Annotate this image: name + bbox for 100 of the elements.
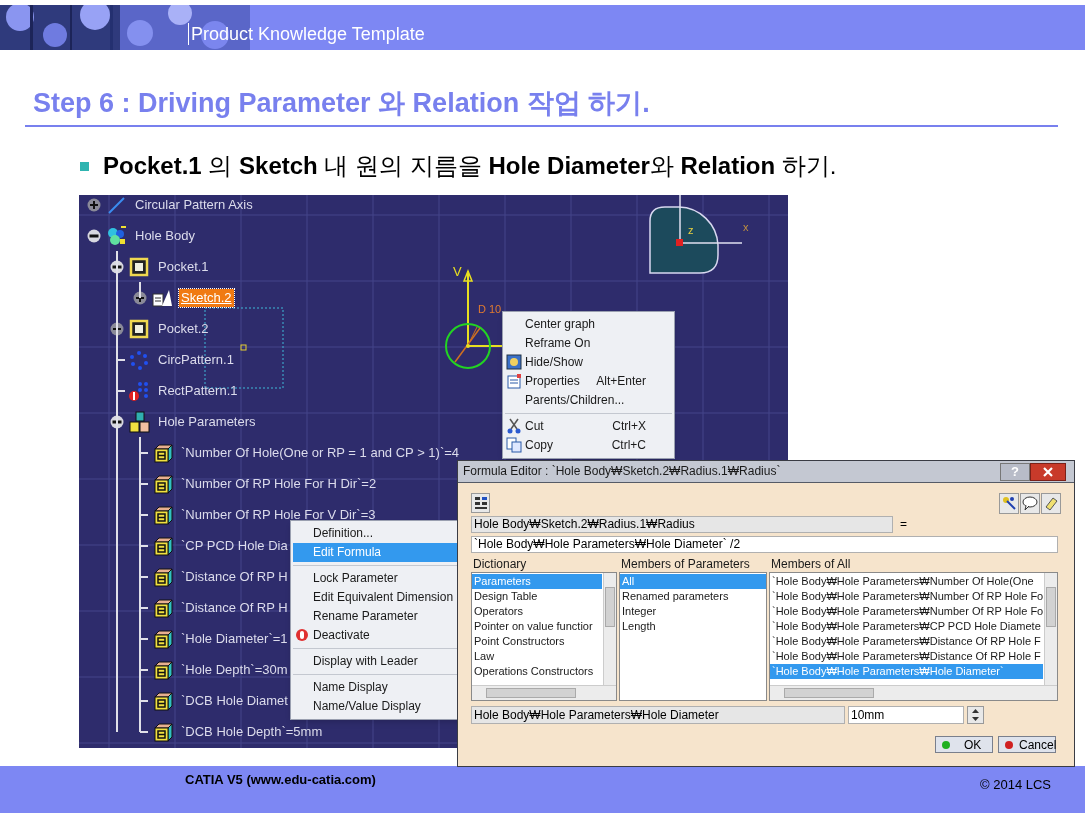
menu-item[interactable]: Deactivate [293, 626, 472, 645]
cancel-button[interactable]: Cancel [998, 736, 1056, 753]
tree-item[interactable]: Hole Parameters [156, 412, 258, 431]
list-item[interactable]: `Hole Body₩Hole Parameters₩Number Of RP Hole Fo [770, 589, 1043, 604]
dialog-title: Formula Editor : `Hole Body₩Sketch.2₩Radius.1₩Radius` [463, 464, 781, 479]
parameter-icon [151, 720, 173, 743]
menu-item[interactable]: Hide/Show [505, 353, 672, 372]
list-item[interactable]: `Hole Body₩Hole Parameters₩Number Of Hole(One [770, 574, 1043, 589]
properties-icon [506, 373, 522, 389]
collapse-icon[interactable] [110, 414, 124, 429]
list-item[interactable]: Operations Constructors [472, 664, 602, 679]
close-button[interactable] [1030, 462, 1066, 481]
speech-bubble-icon [1022, 495, 1038, 511]
expand-icon[interactable] [133, 290, 147, 305]
tree-item[interactable]: `DCB Hole Depth`=5mm [179, 722, 325, 741]
list-item[interactable]: `Hole Body₩Hole Parameters₩Distance Of RP Hole F [770, 649, 1043, 664]
equals-sign: = [900, 517, 907, 532]
scrollbar[interactable] [1044, 573, 1057, 685]
list-label: Members of Parameters [621, 557, 751, 571]
axis-label: x [743, 221, 749, 233]
tree-item[interactable]: `DCB Hole Diamet [179, 691, 290, 710]
axis-label: V [453, 265, 462, 279]
rectangular-pattern-icon [128, 379, 150, 402]
tree-item[interactable]: `Number Of RP Hole For V Dir`=3 [179, 505, 378, 524]
list-item[interactable]: Pointer on value functior [472, 619, 602, 634]
tree-item[interactable]: Hole Body [133, 226, 197, 245]
copy-icon [506, 437, 522, 453]
tree-item[interactable]: `Hole Depth`=30m [179, 660, 290, 679]
parameter-icon [151, 565, 173, 588]
tree-item[interactable]: `CP PCD Hole Dia [179, 536, 290, 555]
toolbar-button[interactable] [999, 492, 1019, 514]
parameter-icon [151, 658, 173, 681]
list-item[interactable]: Length [620, 619, 766, 634]
tree-item[interactable]: `Distance Of RP H [179, 598, 290, 617]
parameter-icon [151, 441, 173, 464]
filter-icon [1001, 495, 1017, 511]
footer-text: © 2014 LCS [980, 777, 1051, 793]
collapse-icon[interactable] [87, 228, 101, 243]
circular-pattern-icon [128, 348, 150, 371]
menu-item[interactable]: Reframe On [505, 334, 672, 353]
selected-parameter-field: Hole Body₩Hole Parameters₩Hole Diameter [471, 706, 845, 724]
menu-item[interactable]: Properties Alt+Enter [505, 372, 672, 391]
eraser-icon [1043, 495, 1059, 511]
parameter-icon [151, 689, 173, 712]
list-item[interactable]: `Hole Body₩Hole Parameters₩CP PCD Hole Diamete [770, 619, 1043, 634]
footer-text: CATIA V5 (www.edu-catia.com) [185, 772, 376, 788]
scrollbar[interactable] [603, 573, 616, 685]
list-item[interactable]: Design Table [472, 589, 602, 604]
tree-item[interactable]: `Number Of Hole(One or RP = 1 and CP > 1)`=4 [179, 443, 462, 462]
list-item[interactable]: Integer [620, 604, 766, 619]
parameter-icon [151, 534, 173, 557]
deactivate-icon [294, 627, 310, 643]
parameter-icon [151, 503, 173, 526]
slide-heading: Step 6 : Driving Parameter 와 Relation 작업 하기. [32, 87, 651, 118]
value-field[interactable]: 10mm [848, 706, 964, 724]
parameter-icon [151, 627, 173, 650]
menu-item[interactable]: Cut Ctrl+X [505, 417, 672, 436]
spinner-button[interactable] [967, 706, 984, 724]
tree-item[interactable]: Circular Pattern Axis [133, 195, 255, 214]
show-hide-icon [506, 354, 522, 370]
parameter-icon [151, 472, 173, 495]
list-item[interactable]: `Hole Body₩Hole Parameters₩Distance Of RP Hole F [770, 634, 1043, 649]
tree-item[interactable]: Pocket.1 [156, 257, 211, 276]
tree-item[interactable]: RectPattern.1 [156, 381, 240, 400]
toolbar-button[interactable] [1041, 492, 1061, 514]
list-item[interactable]: Renamed parameters [620, 589, 766, 604]
list-icon [473, 496, 488, 510]
tree-item[interactable]: Pocket.2 [156, 319, 211, 338]
body-icon [105, 224, 127, 247]
menu-item[interactable]: Parents/Children... [505, 391, 672, 410]
bullet-text: Pocket.1 의 Sketch 내 원의 지름을 Hole Diameter와 Relation 하기. [103, 151, 837, 181]
parameter-set-icon [128, 410, 150, 433]
pocket-icon [128, 255, 150, 278]
tree-item[interactable]: `Distance Of RP H [179, 567, 290, 586]
tree-item[interactable]: CircPattern.1 [156, 350, 236, 369]
formula-field[interactable]: `Hole Body₩Hole Parameters₩Hole Diameter` /2 [471, 536, 1058, 553]
parameter-field: Hole Body₩Sketch.2₩Radius.1₩Radius [471, 516, 893, 533]
toolbar-button[interactable] [1020, 492, 1040, 514]
collapse-icon[interactable] [110, 259, 124, 274]
scrollbar[interactable] [770, 685, 1057, 700]
menu-item[interactable]: Center graph [505, 315, 672, 334]
pocket-icon [128, 317, 150, 340]
list-label: Dictionary [473, 557, 528, 571]
toolbar-button[interactable] [471, 493, 490, 513]
dimension-label: D 10 [478, 303, 502, 316]
list-item[interactable]: Operators [472, 604, 602, 619]
scrollbar[interactable] [472, 685, 616, 700]
ok-button[interactable]: OK [935, 736, 993, 753]
list-item[interactable]: Law [472, 649, 602, 664]
parameter-icon [151, 596, 173, 619]
list-item[interactable]: Point Constructors [472, 634, 602, 649]
tree-item[interactable]: `Hole Diameter`=1 [179, 629, 290, 648]
bullet-icon [80, 161, 89, 171]
tree-item[interactable]: `Number Of RP Hole For H Dir`=2 [179, 474, 379, 493]
menu-item[interactable]: Copy Ctrl+C [505, 436, 672, 455]
header-title: Product Knowledge Template [188, 23, 425, 45]
expand-icon[interactable] [110, 321, 124, 336]
list-item[interactable]: `Hole Body₩Hole Parameters₩Number Of RP Hole Fo [770, 604, 1043, 619]
close-icon [1043, 466, 1053, 477]
cut-icon [506, 418, 522, 434]
